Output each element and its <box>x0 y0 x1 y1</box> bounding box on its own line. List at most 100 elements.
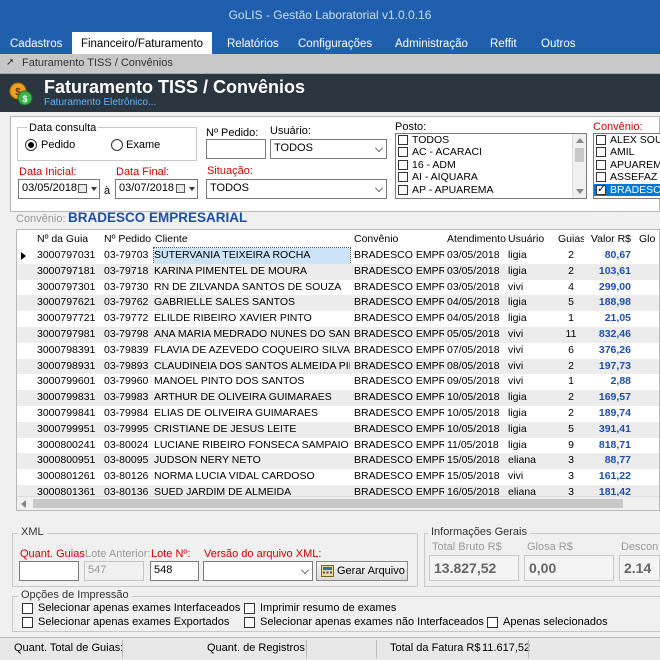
pedido-input[interactable] <box>206 139 266 159</box>
situacao-select[interactable]: TODOS <box>206 179 387 199</box>
versao-xml-select[interactable] <box>203 561 313 581</box>
opt-nao-interfaceados-checkbox[interactable] <box>244 617 255 628</box>
list-item[interactable]: AP - APUAREMA <box>396 184 586 196</box>
table-cell: 1 <box>568 375 574 388</box>
list-item[interactable]: APUAREMA <box>594 159 660 171</box>
checkbox[interactable] <box>398 172 408 183</box>
opt-resumo-checkbox[interactable] <box>244 603 255 614</box>
table-row[interactable]: 3000799951 03-79995 CRISTIANE DE JESUS LEI… <box>17 421 659 438</box>
dropdown-arrow-icon[interactable] <box>91 187 97 191</box>
list-item[interactable]: AMIL <box>594 146 660 158</box>
table-cell: 3000797181 <box>37 264 96 277</box>
scroll-up-icon[interactable] <box>576 138 584 143</box>
table-row[interactable]: 3000797031 03-79703 SUTERVANIA TEIXEIRA RO… <box>17 247 659 265</box>
status-bar: Quant. Total de Guias: Quant. de Registr… <box>0 637 660 660</box>
menu-administracao[interactable]: Administração <box>395 32 468 54</box>
lote-label: Lote Nº: <box>151 548 191 560</box>
column-header[interactable]: Glo <box>639 233 659 245</box>
scrollbar[interactable] <box>572 134 586 198</box>
radio-pedido[interactable] <box>25 139 37 151</box>
checkbox[interactable] <box>398 184 408 195</box>
table-cell: 189,74 <box>598 407 631 419</box>
data-final-input[interactable]: 03/07/2018 <box>115 179 198 199</box>
column-header[interactable]: Usuário <box>508 233 556 245</box>
table-cell: 3000799831 <box>37 391 96 404</box>
pin-icon[interactable]: ➚ <box>6 58 16 68</box>
horizontal-scrollbar[interactable] <box>17 496 659 510</box>
table-row[interactable]: 3000797621 03-79762 GABRIELLE SALES SANTOS… <box>17 295 659 312</box>
list-item[interactable]: BRADESCO EMPRESARIAL <box>594 183 660 196</box>
checkbox[interactable] <box>398 147 408 158</box>
table-row[interactable]: 3000800241 03-80024 LUCIANE RIBEIRO FONSEC… <box>17 438 659 454</box>
convenio-name: BRADESCO EMPRESARIAL <box>68 210 248 225</box>
table-cell: 09/05/2018 <box>447 375 500 388</box>
column-header[interactable]: Atendimento <box>447 233 507 245</box>
calendar-icon[interactable] <box>176 184 185 193</box>
table-cell: 5 <box>568 296 574 309</box>
table-row[interactable]: 3000797181 03-79718 KARINA PIMENTEL DE MOU… <box>17 263 659 280</box>
convenio-list[interactable]: ALEX SOUZA AMIL APUAREMA ASSEFAZ BRADESC… <box>593 133 660 199</box>
column-header[interactable]: Valor R$ <box>587 233 631 245</box>
list-item[interactable]: 16 - ADM <box>396 159 586 171</box>
list-item[interactable]: AI - AIQUARA <box>396 171 586 183</box>
scroll-thumb[interactable] <box>575 148 584 162</box>
table-row[interactable]: 3000797301 03-79730 RN DE ZILVANDA SANTOS … <box>17 280 659 296</box>
lote-input[interactable]: 548 <box>150 561 199 581</box>
table-cell: 2 <box>568 249 574 261</box>
quant-guias-input[interactable] <box>19 561 79 581</box>
data-inicial-label: Data Inicial: <box>19 166 77 178</box>
table-row[interactable]: 3000799841 03-79984 ELIAS DE OLIVEIRA GUIM… <box>17 406 659 422</box>
table-row[interactable]: 3000799601 03-79960 MANOEL PINTO DOS SANTO… <box>17 374 659 390</box>
checkbox[interactable] <box>596 147 606 158</box>
xml-group-title: XML <box>18 526 47 538</box>
table-row[interactable]: 3000797981 03-79798 ANA MARIA MEDRADO NUNE… <box>17 327 659 343</box>
menu-reffit[interactable]: Reffit <box>490 32 517 54</box>
scroll-down-icon[interactable] <box>576 189 584 194</box>
guias-table[interactable]: Nº da Guia Nº Pedido Cliente Convênio Atendi… <box>16 229 660 511</box>
opt-exportados-checkbox[interactable] <box>22 617 33 628</box>
menu-financeiro-faturamento[interactable]: Financeiro/Faturamento <box>72 32 212 54</box>
checkbox[interactable] <box>398 159 408 170</box>
menu-configuracoes[interactable]: Configurações <box>298 32 372 54</box>
usuario-select[interactable]: TODOS <box>270 139 387 159</box>
table-cell: 03-80095 <box>104 454 149 467</box>
gerar-arquivo-button[interactable]: Gerar Arquivo <box>316 561 408 581</box>
table-row[interactable]: 3000800951 03-80095 JUDSON NERY NETO BRADES… <box>17 453 659 470</box>
list-item[interactable]: TODOS <box>396 134 586 146</box>
menu-relatorios[interactable]: Relatórios <box>227 32 279 54</box>
column-header[interactable]: Guias. <box>558 233 584 245</box>
table-row[interactable]: 3000798391 03-79839 FLAVIA DE AZEVEDO COQU… <box>17 343 659 359</box>
column-header[interactable]: Nº da Guia <box>37 233 101 245</box>
menu-outros[interactable]: Outros <box>541 32 576 54</box>
checkbox[interactable] <box>398 135 408 145</box>
radio-exame[interactable] <box>111 139 123 151</box>
menu-cadastros[interactable]: Cadastros <box>10 32 62 54</box>
table-cell: BRADESCO EMPRES <box>354 375 444 388</box>
opt-selecionados-checkbox[interactable] <box>487 617 498 628</box>
scroll-left-icon[interactable] <box>21 500 26 508</box>
table-row[interactable]: 3000798931 03-79893 CLAUDINEIA DOS SANTOS … <box>17 358 659 375</box>
list-item[interactable]: AC - ACARACI <box>396 146 586 158</box>
table-row[interactable]: 3000799831 03-79983 ARTHUR DE OLIVEIRA GUI… <box>17 390 659 406</box>
list-item[interactable]: ALEX SOUZA <box>594 134 660 146</box>
table-row[interactable]: 3000797721 03-79772 ELILDE RIBEIRO XAVIER … <box>17 311 659 327</box>
table-row[interactable]: 3000801261 03-80126 NORMA LUCIA VIDAL CARD… <box>17 469 659 485</box>
calendar-icon[interactable] <box>78 184 87 193</box>
opt-interfaceados-checkbox[interactable] <box>22 603 33 614</box>
table-cell: 3000797301 <box>37 280 96 293</box>
table-cell: CRISTIANE DE JESUS LEITE <box>154 422 297 435</box>
scroll-thumb[interactable] <box>33 499 623 508</box>
column-header[interactable]: Cliente <box>155 233 351 245</box>
checkbox[interactable] <box>596 159 606 170</box>
data-consulta-label: Data consulta <box>27 122 99 134</box>
checkbox[interactable] <box>596 172 606 183</box>
checkbox[interactable] <box>596 135 606 145</box>
page-title: Faturamento TISS / Convênios <box>44 77 306 97</box>
dropdown-arrow-icon[interactable] <box>189 187 195 191</box>
column-header[interactable]: Nº Pedido <box>104 233 154 245</box>
column-header[interactable]: Convênio <box>354 233 444 245</box>
posto-list[interactable]: TODOS AC - ACARACI 16 - ADM AI - AIQUARA… <box>395 133 587 199</box>
checkbox[interactable] <box>596 183 606 195</box>
radio-pedido-label: Pedido <box>41 139 76 151</box>
data-inicial-input[interactable]: 03/05/2018 <box>18 179 100 199</box>
